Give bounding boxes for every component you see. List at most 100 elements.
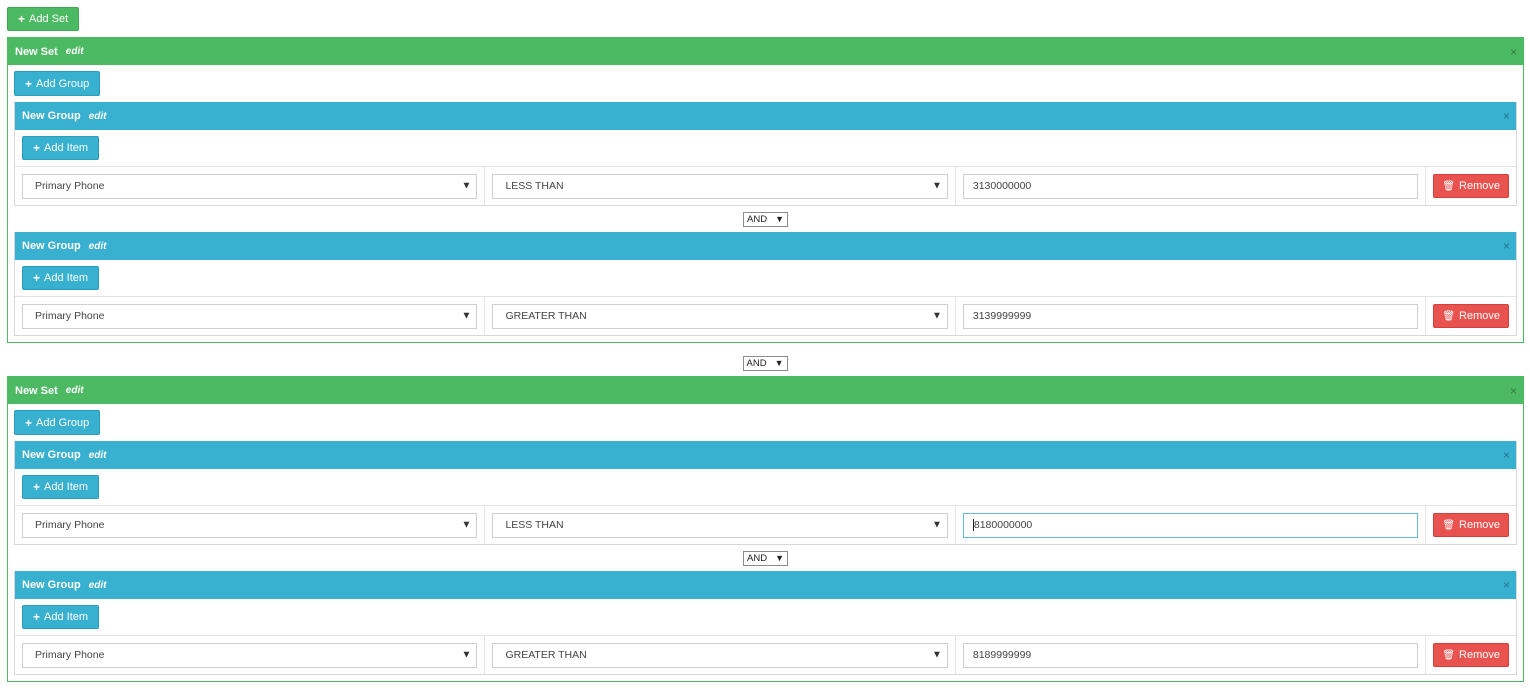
set-title: New Set — [15, 45, 58, 58]
operator-select[interactable]: GREATER THAN ▼ — [492, 303, 948, 329]
group-title: New Group — [22, 579, 81, 591]
value-input[interactable]: 3130000000 — [962, 173, 1419, 199]
set-header: New Set edit × — [8, 377, 1523, 404]
operator-select[interactable]: LESS THAN ▼ — [492, 173, 948, 199]
field-select[interactable]: Primary Phone ▼ — [22, 642, 478, 668]
caret-down-icon: ▼ — [461, 310, 472, 322]
trash-icon: 🗑 — [1442, 180, 1456, 192]
plus-icon: + — [33, 141, 41, 155]
caret-down-icon: ▼ — [461, 180, 472, 192]
plus-icon: + — [25, 415, 33, 430]
condition-row: Primary Phone ▼ GREATER THAN ▼ 818999999… — [15, 635, 1516, 674]
add-set-button[interactable]: + Add Set — [7, 7, 80, 31]
caret-down-icon: ▼ — [461, 649, 472, 661]
and-select-value: AND — [747, 213, 768, 225]
field-select-value: Primary Phone — [35, 519, 105, 531]
caret-down-icon: ▼ — [461, 519, 472, 531]
field-select[interactable]: Primary Phone ▼ — [22, 173, 478, 199]
group-header: New Group edit × — [15, 102, 1516, 130]
operator-select-value: LESS THAN — [505, 180, 564, 192]
group-header: New Group edit × — [15, 571, 1516, 599]
operator-select[interactable]: GREATER THAN ▼ — [492, 642, 948, 668]
and-select[interactable]: AND ▼ — [742, 355, 788, 371]
close-icon[interactable]: × — [1503, 579, 1510, 591]
group-title: New Group — [22, 240, 81, 252]
set-edit-link[interactable]: edit — [66, 46, 84, 57]
remove-button[interactable]: 🗑 Remove — [1433, 174, 1509, 198]
group-title: New Group — [22, 110, 81, 122]
condition-row: Primary Phone ▼ LESS THAN ▼ 3130000000 🗑… — [15, 166, 1516, 205]
group: New Group edit × + Add Item Primary Phon… — [14, 232, 1517, 336]
field-select[interactable]: Primary Phone ▼ — [22, 512, 478, 538]
caret-down-icon: ▼ — [774, 358, 784, 368]
and-select[interactable]: AND ▼ — [743, 211, 788, 227]
add-item-label: Add Item — [44, 611, 89, 623]
operator-select-value: GREATER THAN — [505, 649, 587, 661]
operator-select[interactable]: LESS THAN ▼ — [492, 512, 948, 538]
remove-label: Remove — [1459, 519, 1500, 531]
add-item-label: Add Item — [44, 142, 89, 154]
group-edit-link[interactable]: edit — [89, 111, 107, 122]
plus-icon: + — [33, 271, 41, 285]
value-input[interactable]: 3139999999 — [962, 303, 1419, 329]
close-icon[interactable]: × — [1503, 449, 1510, 461]
and-select-value: AND — [747, 552, 768, 564]
field-select-value: Primary Phone — [35, 310, 105, 322]
field-select-value: Primary Phone — [35, 649, 105, 661]
value-input[interactable]: 8189999999 — [962, 642, 1419, 668]
group: New Group edit × + Add Item Primary Phon… — [14, 102, 1517, 206]
caret-down-icon: ▼ — [931, 649, 942, 661]
add-item-button[interactable]: + Add Item — [22, 266, 100, 290]
remove-button[interactable]: 🗑 Remove — [1433, 304, 1509, 328]
remove-label: Remove — [1459, 310, 1500, 322]
set-title: New Set — [15, 384, 58, 397]
set-1: New Set edit × + Add Group New Group edi… — [7, 37, 1524, 343]
remove-button[interactable]: 🗑 Remove — [1433, 643, 1509, 667]
operator-select-value: GREATER THAN — [505, 310, 587, 322]
and-select[interactable]: AND ▼ — [743, 550, 788, 566]
field-select-value: Primary Phone — [35, 180, 105, 192]
group-joiner: AND ▼ — [14, 206, 1517, 232]
group-joiner: AND ▼ — [14, 545, 1517, 571]
add-group-button[interactable]: + Add Group — [14, 71, 101, 96]
remove-button[interactable]: 🗑 Remove — [1433, 513, 1509, 537]
caret-down-icon: ▼ — [931, 180, 942, 192]
group-title: New Group — [22, 449, 81, 461]
remove-label: Remove — [1459, 649, 1500, 661]
condition-row: Primary Phone ▼ LESS THAN ▼ 8180000000 🗑… — [15, 505, 1516, 544]
group-edit-link[interactable]: edit — [89, 241, 107, 252]
plus-icon: + — [18, 12, 26, 26]
caret-down-icon: ▼ — [775, 214, 784, 224]
trash-icon: 🗑 — [1442, 310, 1456, 322]
plus-icon: + — [33, 480, 41, 494]
close-icon[interactable]: × — [1510, 385, 1517, 397]
condition-row: Primary Phone ▼ GREATER THAN ▼ 313999999… — [15, 296, 1516, 335]
group: New Group edit × + Add Item Primary Phon… — [14, 441, 1517, 545]
add-group-button[interactable]: + Add Group — [14, 410, 101, 435]
add-item-label: Add Item — [44, 481, 89, 493]
add-group-label: Add Group — [36, 416, 90, 429]
add-item-button[interactable]: + Add Item — [22, 475, 100, 499]
trash-icon: 🗑 — [1442, 519, 1456, 531]
close-icon[interactable]: × — [1503, 240, 1510, 252]
field-select[interactable]: Primary Phone ▼ — [22, 303, 478, 329]
group-edit-link[interactable]: edit — [89, 580, 107, 591]
add-item-label: Add Item — [44, 272, 89, 284]
caret-down-icon: ▼ — [775, 553, 784, 563]
close-icon[interactable]: × — [1503, 110, 1510, 122]
add-item-button[interactable]: + Add Item — [22, 136, 100, 160]
value-input[interactable]: 8180000000 — [962, 512, 1419, 538]
add-set-label: Add Set — [29, 13, 69, 25]
group: New Group edit × + Add Item Primary Phon… — [14, 571, 1517, 675]
add-item-button[interactable]: + Add Item — [22, 605, 100, 629]
group-header: New Group edit × — [15, 232, 1516, 260]
close-icon[interactable]: × — [1510, 46, 1517, 58]
caret-down-icon: ▼ — [931, 519, 942, 531]
caret-down-icon: ▼ — [931, 310, 942, 322]
remove-label: Remove — [1459, 180, 1500, 192]
set-joiner: AND ▼ — [0, 351, 1530, 375]
group-header: New Group edit × — [15, 441, 1516, 469]
set-edit-link[interactable]: edit — [66, 385, 84, 396]
group-edit-link[interactable]: edit — [89, 450, 107, 461]
trash-icon: 🗑 — [1442, 649, 1456, 661]
